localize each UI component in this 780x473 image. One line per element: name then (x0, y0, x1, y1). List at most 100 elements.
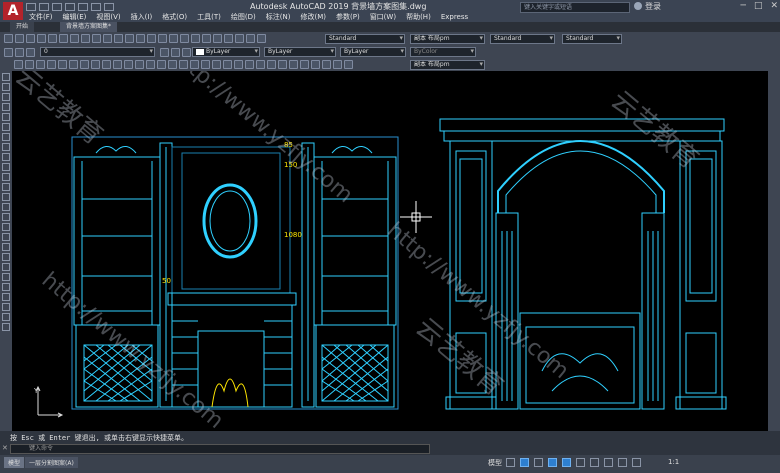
text-edit-icon[interactable] (2, 273, 10, 281)
dim-angular-icon[interactable] (267, 60, 276, 69)
extend-icon[interactable] (2, 173, 10, 181)
zoom-previous-icon[interactable] (180, 34, 189, 43)
lengthen-icon[interactable] (2, 233, 10, 241)
mtext-icon[interactable] (212, 60, 221, 69)
mleader-style-select[interactable]: Standard (562, 34, 622, 44)
open-icon[interactable] (15, 34, 24, 43)
edit-polyline-icon[interactable] (2, 253, 10, 261)
move-icon[interactable] (2, 123, 10, 131)
menu-item[interactable]: 格式(O) (157, 12, 192, 22)
vertical-scrollbar[interactable] (768, 71, 780, 431)
paste-icon[interactable] (92, 34, 101, 43)
polygon-icon[interactable] (47, 60, 56, 69)
table-style-select[interactable]: Standard (490, 34, 555, 44)
properties-icon[interactable] (191, 34, 200, 43)
tab-model[interactable]: 模型 (4, 457, 25, 468)
open-icon[interactable] (39, 3, 49, 11)
gradient-icon[interactable] (179, 60, 188, 69)
make-current-icon[interactable] (160, 48, 169, 57)
point-icon[interactable] (157, 60, 166, 69)
measure-icon[interactable] (223, 60, 232, 69)
block-editor-icon[interactable] (114, 34, 123, 43)
zoom-realtime-icon[interactable] (158, 34, 167, 43)
offset-icon[interactable] (2, 103, 10, 111)
erase-icon[interactable] (2, 73, 10, 81)
sheet-set-icon[interactable] (224, 34, 233, 43)
properties-match-icon[interactable] (2, 283, 10, 291)
ellipse-arc-icon[interactable] (124, 60, 133, 69)
print-icon[interactable] (37, 34, 46, 43)
multileader-style-select[interactable]: 副本 布局pm (410, 60, 485, 70)
dim-continue-icon[interactable] (278, 60, 287, 69)
dim-aligned-icon[interactable] (245, 60, 254, 69)
annotation-visibility-icon[interactable] (632, 458, 641, 467)
break-icon[interactable] (2, 183, 10, 191)
menu-item[interactable]: 窗口(W) (365, 12, 401, 22)
menu-item[interactable]: 参数(P) (331, 12, 365, 22)
copy-object-icon[interactable] (2, 83, 10, 91)
draw-order-icon[interactable] (2, 313, 10, 321)
rotate-icon[interactable] (2, 133, 10, 141)
dim-baseline-icon[interactable] (289, 60, 298, 69)
cut-icon[interactable] (70, 34, 79, 43)
align-icon[interactable] (2, 243, 10, 251)
linetype-select[interactable]: ByLayer (264, 47, 336, 57)
drawing-canvas[interactable]: 85 150 1080 50 云艺教育 http://www.yzfjy.com… (12, 71, 768, 431)
circle-icon[interactable] (80, 60, 89, 69)
menu-item[interactable]: 绘图(D) (226, 12, 261, 22)
layer-previous-icon[interactable] (26, 48, 35, 57)
lineweight-select[interactable]: ByLayer (340, 47, 406, 57)
stretch-icon[interactable] (2, 153, 10, 161)
help-icon[interactable] (257, 34, 266, 43)
arc-icon[interactable] (69, 60, 78, 69)
rectangle-icon[interactable] (58, 60, 67, 69)
close-icon[interactable]: ✕ (2, 444, 8, 452)
menu-item[interactable]: 帮助(H) (401, 12, 436, 22)
layer-properties-icon[interactable] (4, 48, 13, 57)
save-icon[interactable] (52, 3, 62, 11)
fillet-icon[interactable] (2, 213, 10, 221)
layer-match-icon[interactable] (182, 48, 191, 57)
menu-item[interactable]: 修改(M) (295, 12, 331, 22)
menu-item[interactable]: 文件(F) (24, 12, 58, 22)
plot-icon[interactable] (78, 3, 88, 11)
center-mark-icon[interactable] (322, 60, 331, 69)
login-link[interactable]: 登录 (645, 1, 661, 12)
revcloud-icon[interactable] (91, 60, 100, 69)
polar-icon[interactable] (548, 458, 557, 467)
polyline-icon[interactable] (36, 60, 45, 69)
zoom-window-icon[interactable] (169, 34, 178, 43)
menu-item[interactable]: 视图(V) (91, 12, 125, 22)
copy-icon[interactable] (81, 34, 90, 43)
close-button[interactable]: ✕ (770, 1, 778, 11)
design-center-icon[interactable] (202, 34, 211, 43)
text-style-select[interactable]: Standard (325, 34, 405, 44)
transparency-icon[interactable] (604, 458, 613, 467)
dim-radius-icon[interactable] (256, 60, 265, 69)
table-icon[interactable] (201, 60, 210, 69)
layer-iso-icon[interactable] (171, 48, 180, 57)
annotation-scale[interactable]: 1:1 (668, 458, 679, 466)
layer-walk-icon[interactable] (2, 293, 10, 301)
match-properties-icon[interactable] (103, 34, 112, 43)
array-icon[interactable] (2, 113, 10, 121)
ortho-icon[interactable] (534, 458, 543, 467)
tolerance-icon[interactable] (311, 60, 320, 69)
tab-layout[interactable]: 一层分割图案(A) (25, 457, 78, 468)
publish-icon[interactable] (59, 34, 68, 43)
plotstyle-select[interactable]: ByColor (410, 47, 476, 57)
search-input[interactable]: 键入关键字或短语 (520, 2, 630, 13)
leader-icon[interactable] (300, 60, 309, 69)
pan-icon[interactable] (147, 34, 156, 43)
new-icon[interactable] (4, 34, 13, 43)
ellipse-icon[interactable] (113, 60, 122, 69)
menu-item[interactable]: 工具(T) (192, 12, 226, 22)
undo-icon[interactable] (125, 34, 134, 43)
redo-icon[interactable] (104, 3, 114, 11)
chamfer-icon[interactable] (2, 203, 10, 211)
menu-item[interactable]: 标注(N) (261, 12, 296, 22)
lineweight-icon[interactable] (590, 458, 599, 467)
tab-document[interactable]: 背景墙方案图集* (60, 22, 118, 32)
dim-style-select[interactable]: 副本 布局pm (410, 34, 485, 44)
snap-icon[interactable] (520, 458, 529, 467)
